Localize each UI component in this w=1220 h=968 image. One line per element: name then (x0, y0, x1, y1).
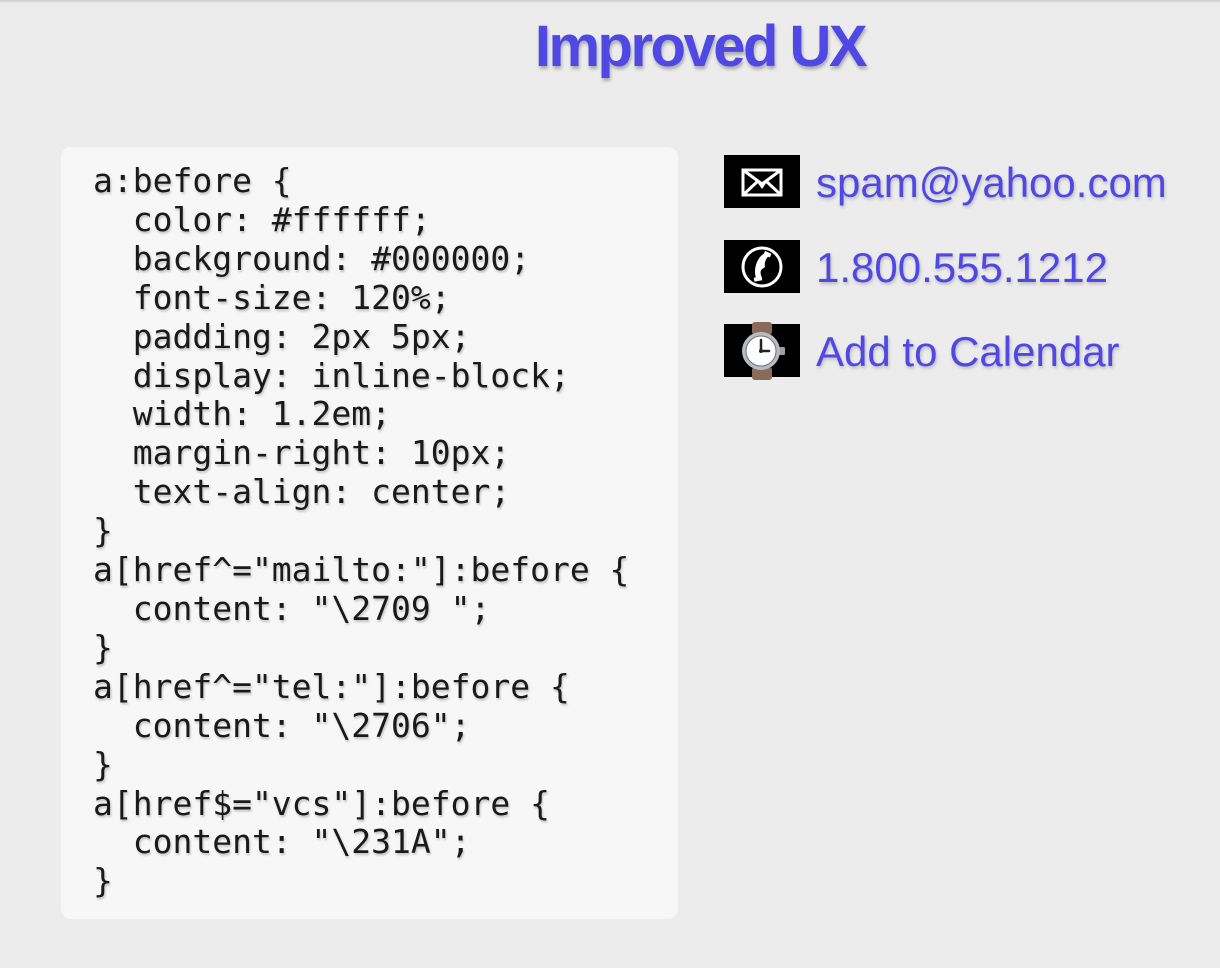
page-title: Improved UX (534, 14, 868, 79)
code-line: a[href$="vcs"]:before { (93, 783, 550, 823)
email-link-label: spam@yahoo.com (816, 159, 1167, 206)
code-line: } (93, 627, 113, 667)
watch-icon (724, 321, 800, 380)
code-line: color: #ffffff; (93, 199, 431, 239)
window-top-edge (0, 0, 1220, 3)
phone-link-label: 1.800.555.1212 (816, 244, 1108, 291)
code-line: display: inline-block; (93, 355, 570, 395)
code-line: content: "\2709 "; (93, 588, 491, 628)
envelope-icon (724, 155, 800, 208)
code-line: text-align: center; (93, 472, 511, 512)
code-line: content: "\231A"; (93, 822, 471, 862)
code-line: } (93, 744, 113, 784)
code-line: background: #000000; (93, 238, 531, 278)
code-line: width: 1.2em; (93, 394, 392, 434)
code-line: a[href^="tel:"]:before { (93, 666, 570, 706)
code-line: } (93, 511, 113, 551)
code-line: content: "\2706"; (93, 705, 471, 745)
code-line: padding: 2px 5px; (93, 316, 471, 356)
telephone-icon (724, 240, 800, 293)
code-line: a:before { (93, 161, 292, 200)
calendar-link-label: Add to Calendar (816, 328, 1120, 375)
code-block: a:before { color: #ffffff; background: #… (93, 161, 630, 901)
code-line: font-size: 120%; (93, 277, 451, 317)
code-line: a[href^="mailto:"]:before { (93, 550, 630, 590)
code-line: } (93, 861, 113, 901)
code-line: margin-right: 10px; (93, 433, 511, 473)
